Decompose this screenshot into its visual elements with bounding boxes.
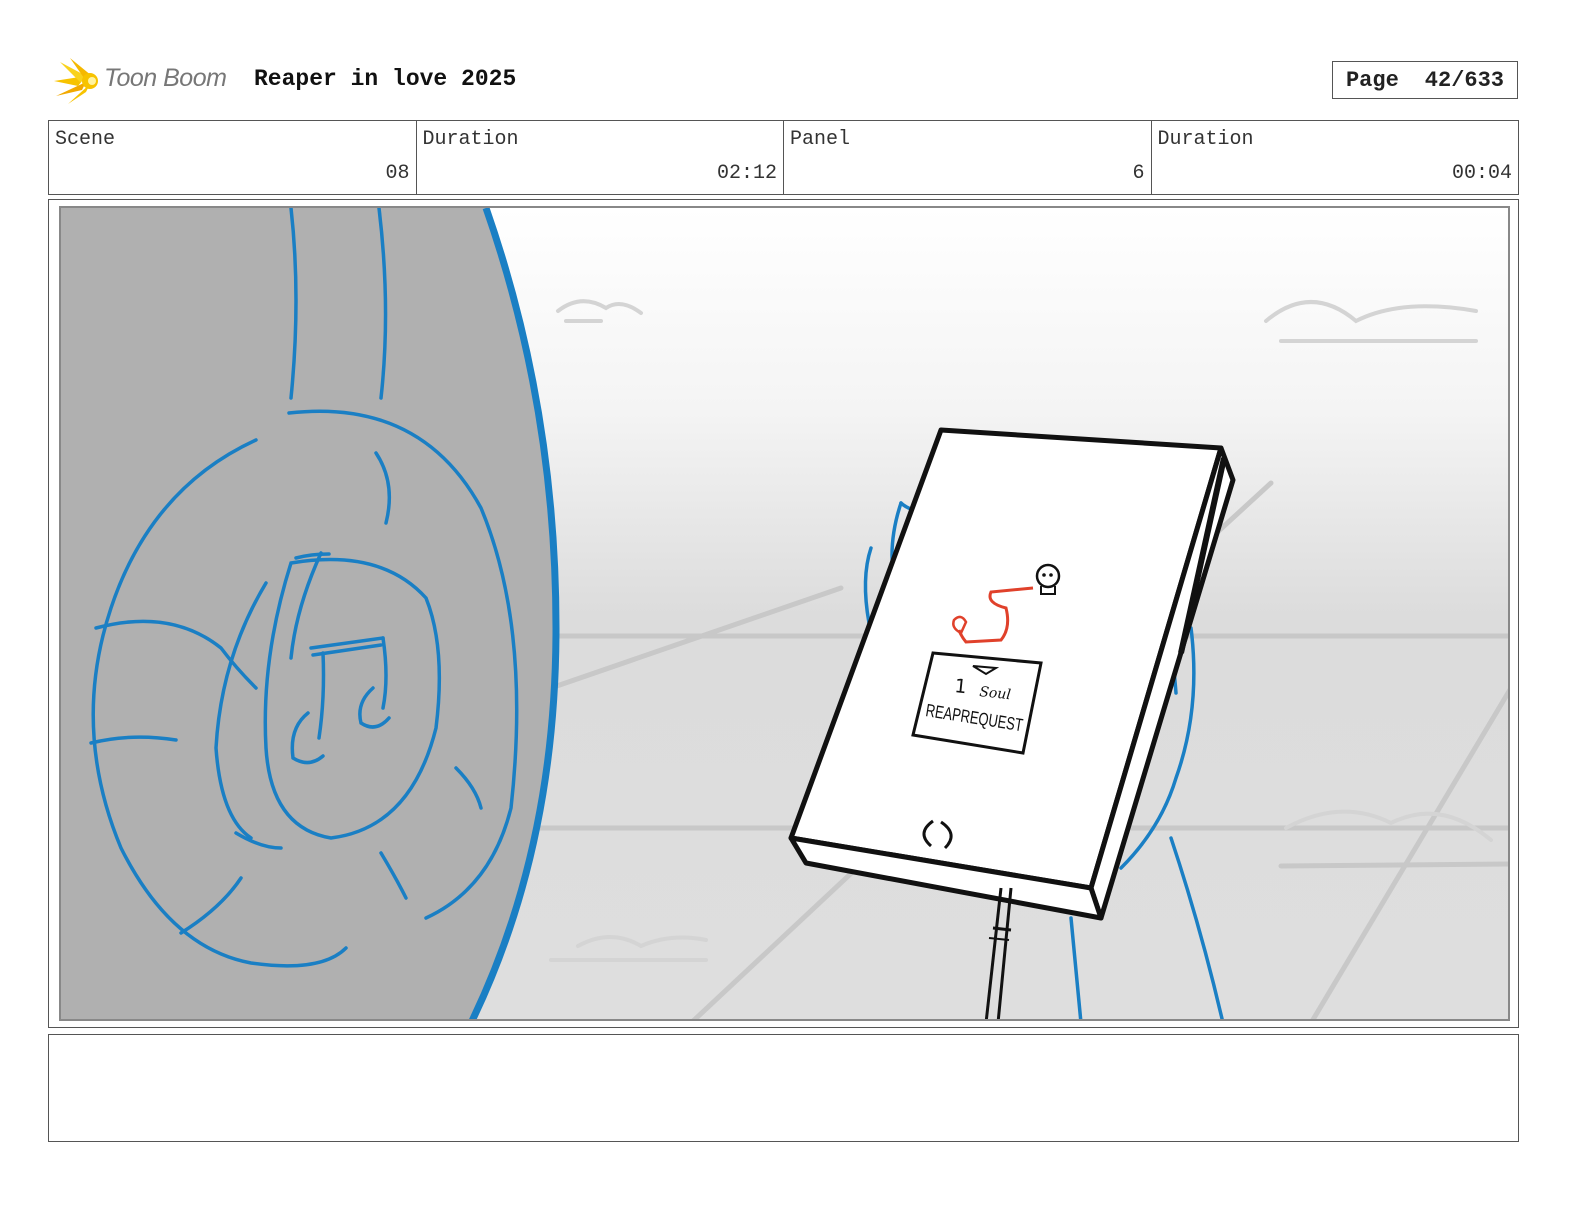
sketch-drawing: 1 Soul REAPREQUEST	[61, 208, 1508, 1019]
scene-duration-cell: Duration 02:12	[417, 121, 784, 194]
phone-count: 1	[953, 675, 967, 698]
scene-label: Scene	[55, 128, 116, 151]
panel-duration-cell: Duration 00:04	[1152, 121, 1519, 194]
starburst-icon	[54, 58, 98, 104]
panel-duration-value: 00:04	[1451, 162, 1512, 185]
page-label: Page	[1345, 67, 1399, 93]
scene-duration-label: Duration	[422, 128, 519, 151]
head-silhouette	[61, 208, 556, 1019]
document-title: Reaper in love 2025	[254, 66, 517, 92]
page-number: 42/633	[1424, 67, 1505, 93]
phone-unit: Soul	[979, 684, 1012, 703]
scene-value: 08	[385, 162, 410, 185]
panel-info-table: Scene 08 Duration 02:12 Panel 6 Duration…	[48, 120, 1519, 195]
panel-label: Panel	[790, 128, 851, 151]
storyboard-image: 1 Soul REAPREQUEST	[59, 206, 1510, 1021]
panel-duration-label: Duration	[1157, 128, 1254, 151]
logo-text: Toon Boom	[104, 64, 227, 92]
scene-cell: Scene 08	[49, 121, 417, 194]
panel-cell: Panel 6	[784, 121, 1152, 194]
panel-value: 6	[1132, 162, 1145, 185]
scene-duration-value: 02:12	[716, 162, 777, 185]
panel-notes-box	[48, 1034, 1519, 1142]
page-indicator: Page 42/633	[1332, 61, 1518, 99]
